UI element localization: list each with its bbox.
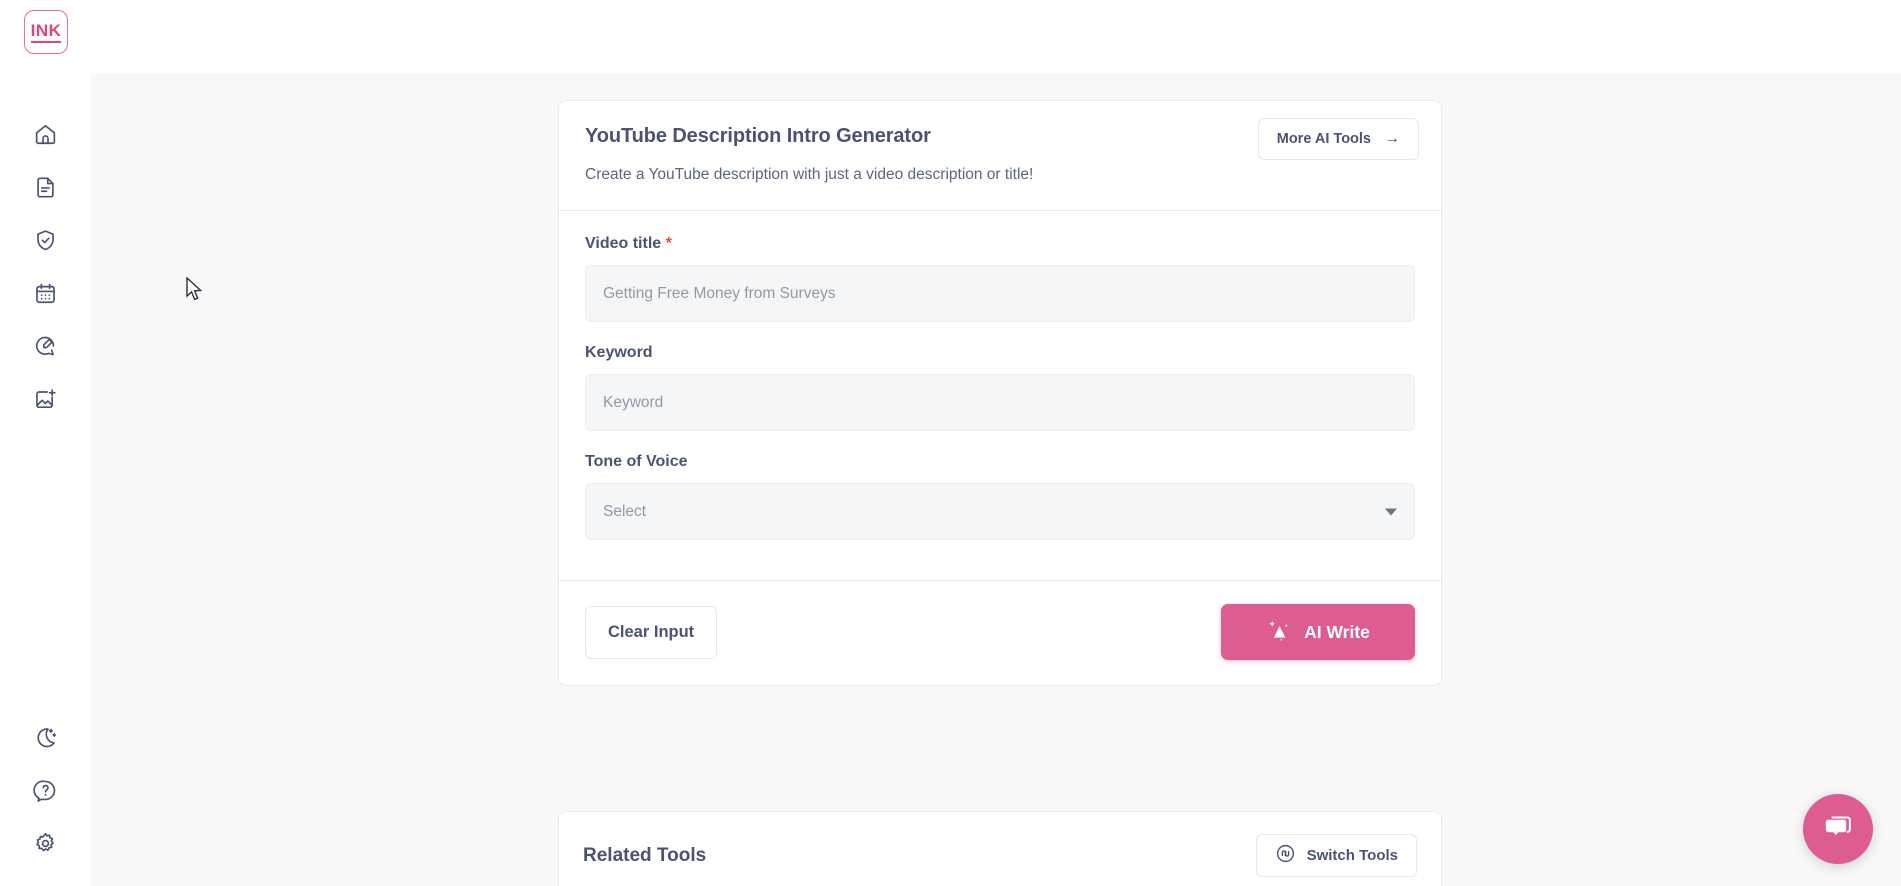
app-root: YouTube Description Intro Generator Crea…	[0, 0, 1901, 886]
field-tone-of-voice: Tone of Voice Select	[585, 453, 1415, 540]
sidebar-item-calendar[interactable]	[0, 267, 91, 320]
chat-bubbles-icon	[1821, 810, 1855, 849]
sidebar-item-dark-mode[interactable]	[0, 711, 91, 764]
main-content-area: YouTube Description Intro Generator Crea…	[91, 73, 1901, 886]
tone-of-voice-label: Tone of Voice	[585, 453, 1415, 471]
required-asterisk: *	[666, 235, 672, 252]
ai-write-label: AI Write	[1304, 622, 1370, 643]
shield-check-icon	[33, 228, 58, 253]
document-icon	[33, 175, 58, 200]
sidebar-secondary-nav	[0, 711, 91, 870]
video-title-label: Video title *	[585, 235, 1415, 253]
tone-of-voice-select-wrapper: Select	[585, 483, 1415, 540]
video-title-input[interactable]	[585, 265, 1415, 322]
tool-card: YouTube Description Intro Generator Crea…	[558, 100, 1442, 686]
keyword-label: Keyword	[585, 344, 1415, 362]
sidebar-item-help[interactable]	[0, 764, 91, 817]
help-circle-icon	[33, 778, 58, 803]
sidebar-primary-nav	[0, 108, 91, 426]
left-sidebar: INK	[0, 0, 91, 886]
switch-tools-label: Switch Tools	[1307, 847, 1398, 864]
more-ai-tools-button[interactable]: More AI Tools →	[1258, 118, 1419, 160]
related-tools-card: Related Tools Switch Tools	[558, 811, 1442, 886]
home-icon	[33, 122, 58, 147]
tone-of-voice-selected-value: Select	[603, 503, 646, 521]
moon-icon	[33, 725, 58, 750]
sidebar-item-home[interactable]	[0, 108, 91, 161]
video-title-label-text: Video title	[585, 235, 661, 252]
related-tools-title: Related Tools	[583, 845, 706, 867]
gear-icon	[33, 831, 58, 856]
chat-edit-icon	[33, 334, 58, 359]
field-video-title: Video title *	[585, 235, 1415, 322]
keyword-input[interactable]	[585, 374, 1415, 431]
ink-logo[interactable]: INK	[24, 10, 68, 54]
calendar-icon	[33, 281, 58, 306]
sidebar-item-images[interactable]	[0, 373, 91, 426]
tone-of-voice-select[interactable]: Select	[585, 483, 1415, 540]
ink-logo-text: INK	[31, 21, 62, 44]
field-keyword: Keyword	[585, 344, 1415, 431]
swap-circle-icon	[1275, 843, 1296, 868]
tool-description: Create a YouTube description with just a…	[585, 166, 1415, 184]
sidebar-item-settings[interactable]	[0, 817, 91, 870]
sidebar-item-documents[interactable]	[0, 161, 91, 214]
magic-wand-sparkle-icon	[1266, 618, 1290, 647]
ai-write-button[interactable]: AI Write	[1221, 604, 1415, 660]
sidebar-item-ai-write[interactable]	[0, 320, 91, 373]
tool-form: Video title * Keyword Tone of Voice Sele…	[559, 211, 1441, 581]
sidebar-item-optimizer[interactable]	[0, 214, 91, 267]
switch-tools-button[interactable]: Switch Tools	[1256, 834, 1417, 877]
image-plus-icon	[33, 387, 58, 412]
arrow-right-icon: →	[1384, 131, 1400, 147]
top-header-bar	[0, 0, 1901, 73]
related-tools-header: Related Tools Switch Tools	[559, 812, 1441, 886]
tool-card-footer: Clear Input AI Write	[559, 581, 1441, 685]
more-ai-tools-label: More AI Tools	[1277, 131, 1371, 147]
chat-widget-button[interactable]	[1803, 794, 1873, 864]
clear-input-button[interactable]: Clear Input	[585, 606, 717, 659]
tool-card-header: YouTube Description Intro Generator Crea…	[559, 101, 1441, 211]
